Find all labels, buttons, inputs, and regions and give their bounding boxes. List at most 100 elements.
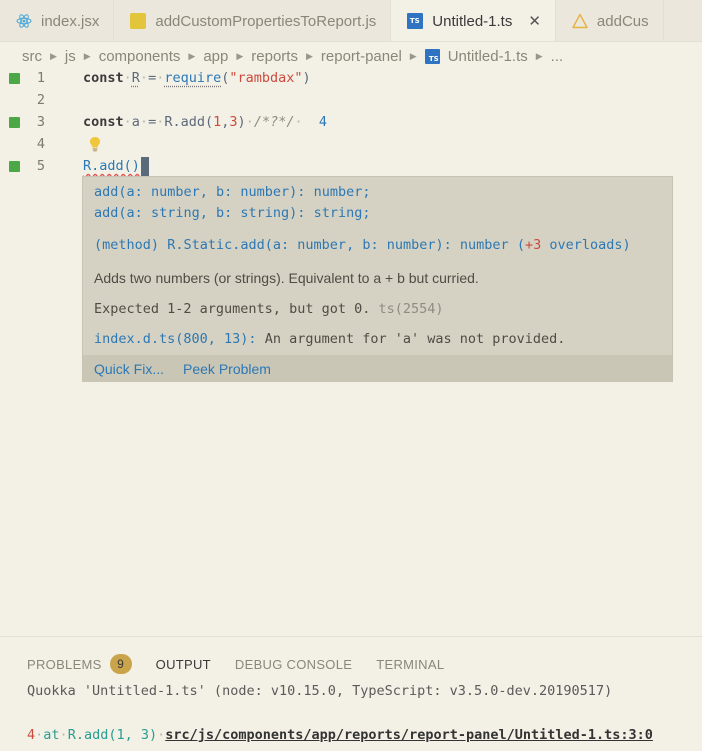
error-expression[interactable]: R.add() (83, 158, 140, 174)
coverage-marker (9, 117, 20, 128)
bottom-panel: PROBLEMS 9 OUTPUT DEBUG CONSOLE TERMINAL … (0, 636, 702, 751)
chevron-right-icon: ▶ (236, 50, 244, 61)
fn-name: add (94, 205, 119, 221)
breadcrumb-item[interactable]: reports (251, 48, 298, 65)
tab-label: addCustomPropertiesToReport.js (155, 12, 377, 30)
param-name: b (215, 205, 225, 221)
ts-file-icon: TS (407, 13, 424, 29)
call-expression: R.add (164, 114, 205, 130)
related-message: An argument for 'a' was not provided. (264, 331, 566, 347)
number-literal: 3 (229, 114, 238, 130)
operator: = (148, 114, 157, 130)
param-type: number (297, 237, 347, 253)
return-type: number (313, 184, 363, 200)
breadcrumb: src ▶ js ▶ components ▶ app ▶ reports ▶ … (22, 44, 563, 68)
line-number: 3 (36, 114, 46, 130)
panel-tabs: PROBLEMS 9 OUTPUT DEBUG CONSOLE TERMINAL (27, 654, 468, 674)
lightbulb-icon[interactable] (89, 136, 101, 152)
param-name: a (126, 184, 135, 200)
line-number: 5 (36, 158, 46, 174)
function-name: require (164, 70, 222, 86)
close-icon[interactable]: ✕ (528, 12, 541, 30)
tab-problems[interactable]: PROBLEMS 9 (27, 654, 132, 674)
identifier: R (131, 70, 140, 86)
chevron-right-icon: ▶ (188, 50, 196, 61)
code-line-2: 2 (0, 89, 702, 111)
tab-terminal[interactable]: TERMINAL (376, 654, 444, 674)
overload-count: +3 (524, 237, 542, 253)
param-type: number (150, 184, 200, 200)
param-name: b (215, 184, 225, 200)
fn-name: add (94, 184, 119, 200)
line-number: 1 (36, 70, 46, 86)
overload-label: overloads (549, 237, 623, 253)
param-type: string (150, 205, 200, 221)
breadcrumb-item[interactable]: app (203, 48, 228, 65)
param-type: number (386, 237, 436, 253)
breadcrumb-item[interactable]: Untitled-1.ts (448, 48, 528, 65)
chevron-right-icon: ▶ (83, 50, 91, 61)
tab-label: index.jsx (41, 12, 100, 30)
paren: ( (204, 114, 214, 130)
tab-add-cus[interactable]: addCus (556, 0, 664, 41)
js-file-icon (130, 13, 147, 29)
code-line-4: 4 (0, 133, 702, 155)
chevron-right-icon: ▶ (535, 50, 543, 61)
tab-add-custom-properties[interactable]: addCustomPropertiesToReport.js (114, 0, 392, 41)
breadcrumb-item[interactable]: ... (551, 48, 564, 65)
output-file-link[interactable]: src/js/components/app/reports/report-pan… (165, 727, 653, 743)
coverage-marker (9, 73, 20, 84)
description-text: Adds two numbers (or strings). Equivalen… (94, 270, 479, 286)
tab-untitled-1-ts[interactable]: TS Untitled-1.ts ✕ (391, 0, 556, 41)
tab-index-jsx[interactable]: index.jsx (0, 0, 115, 41)
identifier: a (131, 114, 140, 130)
related-location-link[interactable]: index.d.ts(800, 13): (94, 331, 257, 347)
error-code: ts(2554) (378, 301, 444, 317)
param-name: b (362, 237, 371, 253)
code-text: R.add() (83, 155, 149, 177)
output-line: 4·at·R.add(1, 3)·src/js/components/app/r… (27, 727, 653, 743)
output-value: 4 (27, 727, 36, 743)
output-at: at (43, 727, 60, 743)
output-call: R.add(1, 3) (67, 727, 158, 743)
method-signature: (method) R.Static.add(a: number, b: numb… (94, 237, 631, 253)
line-number: 2 (36, 92, 46, 108)
quick-fix-button[interactable]: Quick Fix... (94, 361, 164, 377)
tab-label: TERMINAL (376, 656, 445, 672)
tab-debug-console[interactable]: DEBUG CONSOLE (235, 654, 352, 674)
tab-label: PROBLEMS (27, 656, 102, 672)
line-number: 4 (36, 136, 46, 152)
editor-tab-bar: index.jsx addCustomPropertiesToReport.js… (0, 0, 702, 42)
error-text: Expected 1-2 arguments, but got 0. (94, 301, 371, 317)
param-name: a (126, 205, 135, 221)
text-cursor (140, 156, 149, 176)
coverage-marker (9, 161, 20, 172)
breadcrumb-item[interactable]: components (99, 48, 181, 65)
tab-label: OUTPUT (155, 656, 211, 672)
return-type: string (313, 205, 363, 221)
breadcrumb-item[interactable]: js (65, 48, 76, 65)
problems-count-badge: 9 (109, 654, 132, 674)
operator: = (148, 70, 157, 86)
hover-actions: Quick Fix... Peek Problem (83, 355, 672, 382)
output-line: Quokka 'Untitled-1.ts' (node: v10.15.0, … (27, 683, 613, 699)
code-line-3: 3 const·a·=·R.add(1,3)·/*?*/· 4 (0, 111, 702, 133)
chevron-right-icon: ▶ (50, 50, 57, 61)
chevron-right-icon: ▶ (305, 50, 313, 61)
ts-file-icon: TS (424, 48, 440, 64)
keyword: const (83, 114, 124, 130)
quokka-comment: /*?*/ (253, 114, 295, 130)
quokka-value: 4 (318, 114, 328, 130)
param-type: number (240, 184, 290, 200)
return-type: number (459, 237, 509, 253)
signature-line: add(a: number, b: number): number; (94, 184, 371, 200)
symbol-kind: method (102, 237, 151, 253)
code-text: const·R·=·require("rambdax") (83, 70, 311, 86)
code-text: const·a·=·R.add(1,3)·/*?*/· 4 (83, 114, 328, 130)
breadcrumb-item[interactable]: src (22, 48, 42, 65)
code-line-1: 1 const·R·=·require("rambdax") (0, 67, 702, 89)
breadcrumb-item[interactable]: report-panel (321, 48, 402, 65)
tab-output[interactable]: OUTPUT (156, 654, 211, 674)
signature-line: add(a: string, b: string): string; (94, 205, 371, 221)
peek-problem-button[interactable]: Peek Problem (183, 361, 271, 377)
